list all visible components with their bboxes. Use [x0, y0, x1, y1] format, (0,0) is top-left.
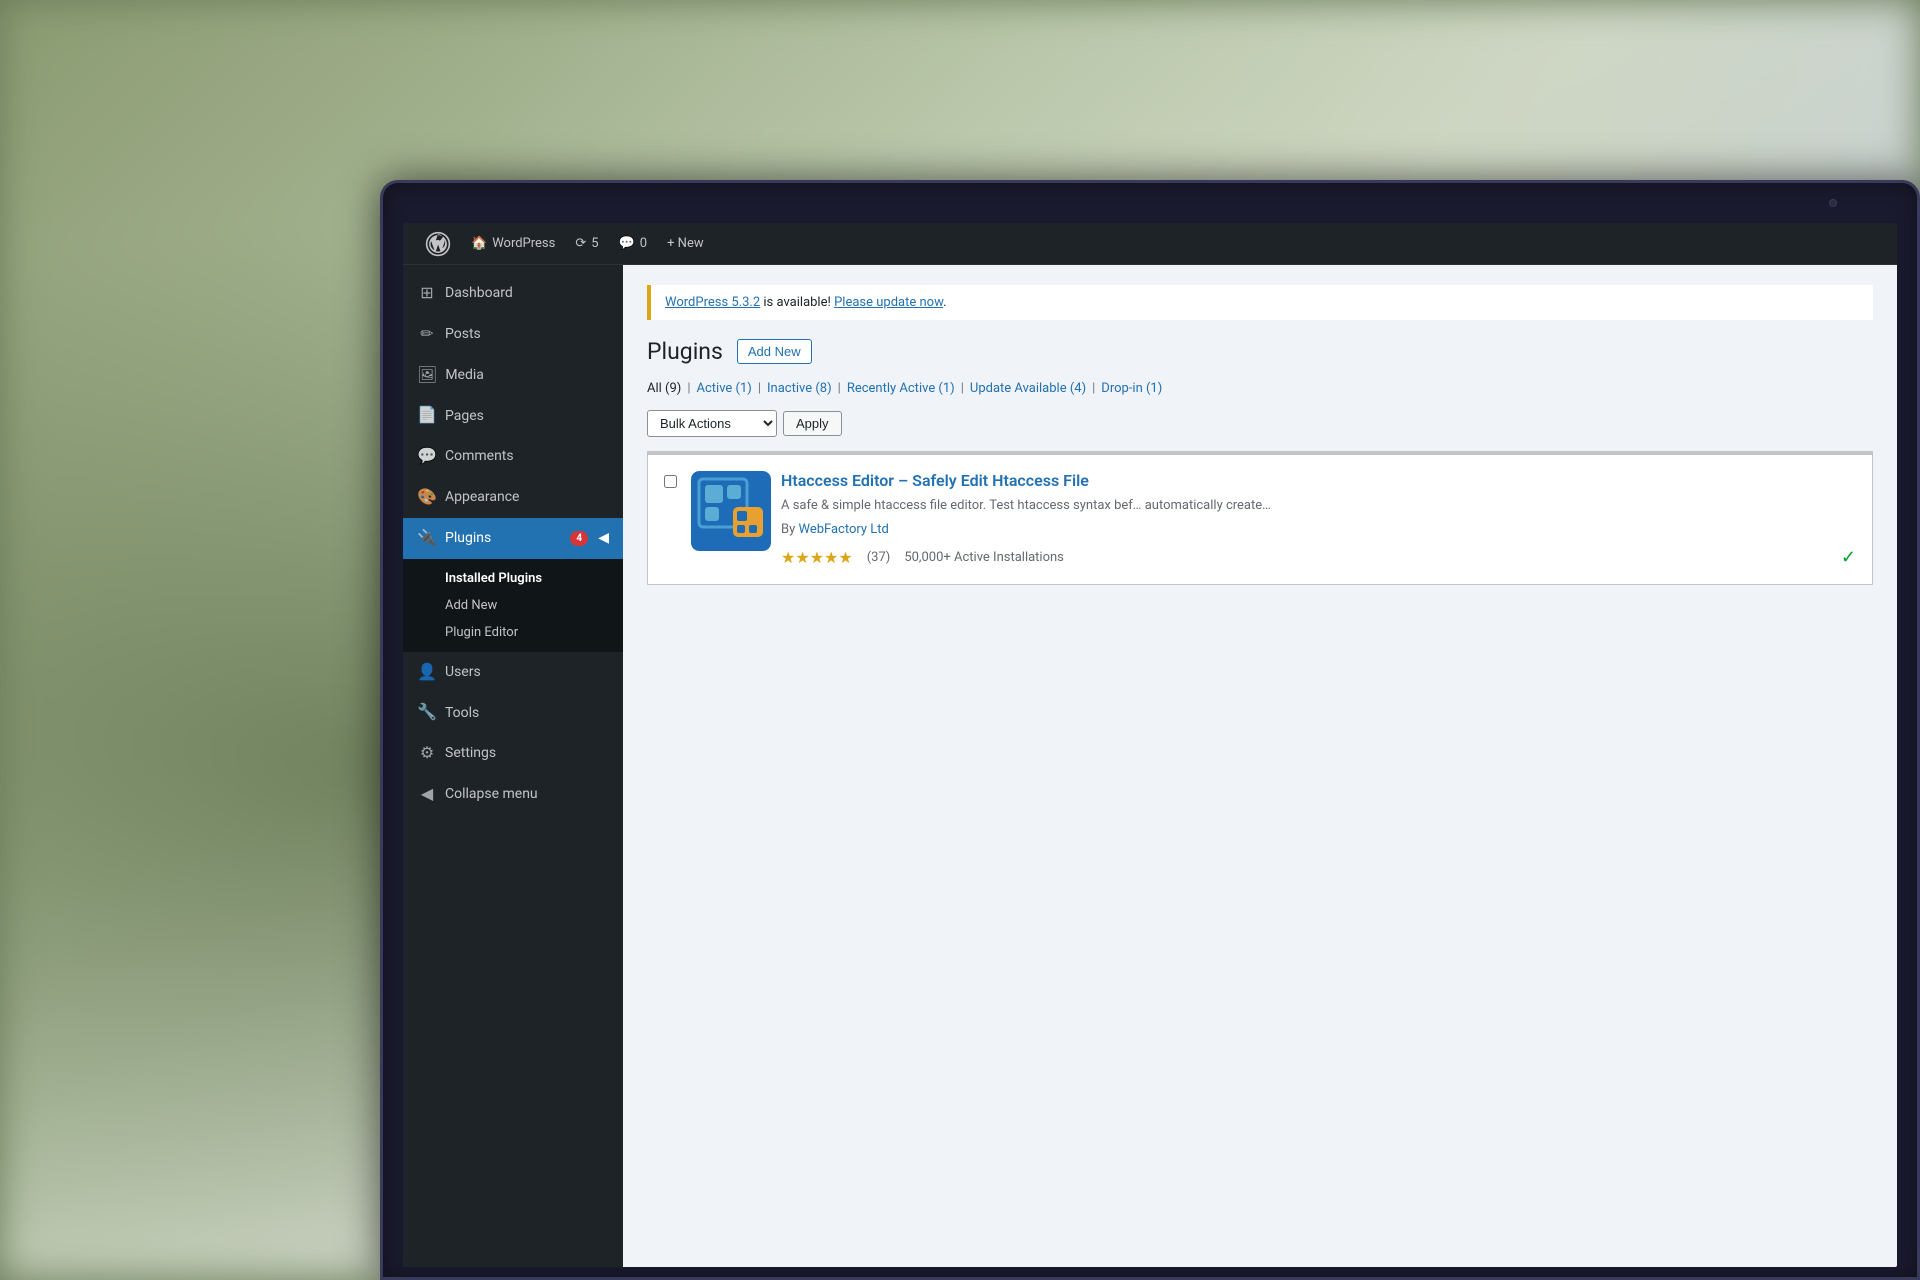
camera	[1829, 199, 1837, 207]
laptop-frame: 🏠 WordPress ⟳ 5 💬 0 + New	[380, 180, 1920, 1280]
screen-bezel: 🏠 WordPress ⟳ 5 💬 0 + New	[380, 180, 1920, 1280]
sidebar-item-posts[interactable]: ✏ Posts	[403, 314, 623, 355]
sidebar-item-tools[interactable]: 🔧 Tools	[403, 692, 623, 733]
admin-bar-updates[interactable]: ⟳ 5	[565, 223, 608, 264]
admin-bar-comments[interactable]: 💬 0	[609, 223, 658, 264]
sidebar-item-settings[interactable]: ⚙ Settings	[403, 733, 623, 774]
sidebar-item-label: Comments	[445, 447, 514, 465]
apply-button[interactable]: Apply	[783, 411, 842, 436]
filter-recently-active[interactable]: Recently Active (1)	[847, 381, 955, 396]
appearance-icon: 🎨	[417, 487, 437, 508]
plugins-submenu: Installed Plugins Add New Plugin Editor	[403, 559, 623, 652]
plugin-name: Htaccess Editor – Safely Edit Htaccess F…	[781, 471, 1856, 490]
dashboard-icon: ⊞	[417, 283, 437, 304]
sidebar-item-media[interactable]: 🖼 Media	[403, 355, 623, 396]
filter-inactive[interactable]: Inactive (8)	[767, 381, 832, 396]
bulk-actions-select[interactable]: Bulk Actions Activate Deactivate Update …	[647, 410, 777, 437]
update-now-link[interactable]: Please update now	[834, 295, 943, 310]
wp-logo-icon	[425, 231, 451, 257]
author-link[interactable]: WebFactory Ltd	[798, 522, 888, 537]
submenu-plugin-editor[interactable]: Plugin Editor	[403, 619, 623, 646]
comments-count: 0	[640, 236, 647, 251]
page-title: Plugins	[647, 338, 723, 365]
sidebar-item-label: Media	[445, 366, 484, 384]
sidebar-item-label: Collapse menu	[445, 785, 538, 803]
filter-update-available[interactable]: Update Available (4)	[970, 381, 1086, 396]
settings-icon: ⚙	[417, 743, 437, 764]
plugin-author: By WebFactory Ltd	[781, 522, 1856, 537]
sidebar-item-collapse[interactable]: ◀ Collapse menu	[403, 774, 623, 815]
plugin-info: Htaccess Editor – Safely Edit Htaccess F…	[781, 471, 1856, 568]
plugin-name-link[interactable]: Htaccess Editor – Safely Edit Htaccess F…	[781, 471, 1089, 490]
admin-bar-new[interactable]: + New	[657, 223, 714, 264]
plugin-row: Htaccess Editor – Safely Edit Htaccess F…	[664, 471, 1856, 568]
sidebar-item-plugins[interactable]: 🔌 Plugins 4 ◀	[403, 518, 623, 559]
updates-icon: ⟳	[575, 236, 586, 251]
filter-links: All (9) | Active (1) | Inactive (8) | Re…	[647, 381, 1873, 396]
tools-icon: 🔧	[417, 702, 437, 723]
sidebar-item-label: Appearance	[445, 488, 519, 506]
pages-icon: 📄	[417, 405, 437, 426]
comment-icon: 💬	[619, 236, 635, 251]
site-name-label: WordPress	[492, 236, 555, 251]
sidebar-item-label: Plugins	[445, 529, 491, 547]
plugin-icon	[691, 471, 771, 551]
plugin-checkbox[interactable]	[664, 475, 677, 488]
wp-logo-item[interactable]	[415, 223, 461, 264]
home-icon: 🏠	[471, 236, 487, 251]
page-header: Plugins Add New	[647, 338, 1873, 365]
plugins-arrow-icon: ◀	[598, 529, 609, 547]
users-icon: 👤	[417, 662, 437, 683]
plugin-compatible-checkmark: ✓	[1841, 547, 1856, 568]
plugin-meta: ★★★★★ (37) 50,000+ Active Installations …	[781, 547, 1856, 568]
sidebar: ⊞ Dashboard ✏ Posts 🖼 Media	[403, 265, 623, 1267]
update-notice: WordPress 5.3.2 is available! Please upd…	[647, 285, 1873, 320]
bulk-actions-bar: Bulk Actions Activate Deactivate Update …	[647, 410, 1873, 437]
filter-all[interactable]: All (9)	[647, 381, 681, 396]
screen: 🏠 WordPress ⟳ 5 💬 0 + New	[403, 223, 1897, 1267]
sidebar-item-comments[interactable]: 💬 Comments	[403, 436, 623, 477]
author-label: By	[781, 522, 798, 537]
sidebar-item-appearance[interactable]: 🎨 Appearance	[403, 477, 623, 518]
plugins-badge: 4	[570, 531, 588, 546]
update-message: is available!	[760, 295, 834, 310]
sidebar-item-label: Settings	[445, 744, 496, 762]
plugin-icon-svg	[691, 471, 771, 551]
plugin-rating-count: (37)	[867, 550, 891, 565]
posts-icon: ✏	[417, 324, 437, 345]
submenu-add-new[interactable]: Add New	[403, 592, 623, 619]
sidebar-item-label: Users	[445, 663, 481, 681]
plugins-icon: 🔌	[417, 528, 437, 549]
add-new-button[interactable]: Add New	[737, 339, 812, 364]
filter-drop-in[interactable]: Drop-in (1)	[1101, 381, 1162, 396]
updates-count: 5	[591, 236, 598, 251]
sidebar-item-label: Tools	[445, 704, 479, 722]
main-layout: ⊞ Dashboard ✏ Posts 🖼 Media	[403, 265, 1897, 1267]
admin-bar-site[interactable]: 🏠 WordPress	[461, 223, 565, 264]
admin-bar: 🏠 WordPress ⟳ 5 💬 0 + New	[403, 223, 1897, 265]
media-icon: 🖼	[417, 365, 437, 386]
plugin-stars: ★★★★★	[781, 548, 853, 567]
update-version-link[interactable]: WordPress 5.3.2	[665, 295, 760, 310]
filter-active[interactable]: Active (1)	[697, 381, 752, 396]
sidebar-item-pages[interactable]: 📄 Pages	[403, 395, 623, 436]
plugin-card: Htaccess Editor – Safely Edit Htaccess F…	[647, 451, 1873, 585]
content-area: WordPress 5.3.2 is available! Please upd…	[623, 265, 1897, 1267]
sidebar-item-dashboard[interactable]: ⊞ Dashboard	[403, 273, 623, 314]
plugin-description: A safe & simple htaccess file editor. Te…	[781, 496, 1856, 516]
collapse-icon: ◀	[417, 784, 437, 805]
sidebar-item-label: Posts	[445, 325, 481, 343]
sidebar-item-label: Dashboard	[445, 284, 513, 302]
sidebar-item-users[interactable]: 👤 Users	[403, 652, 623, 693]
comments-icon: 💬	[417, 446, 437, 467]
plugin-active-installs: 50,000+ Active Installations	[904, 550, 1064, 565]
new-label: + New	[667, 236, 704, 251]
sidebar-item-label: Pages	[445, 407, 484, 425]
submenu-installed-plugins[interactable]: Installed Plugins	[403, 565, 623, 592]
